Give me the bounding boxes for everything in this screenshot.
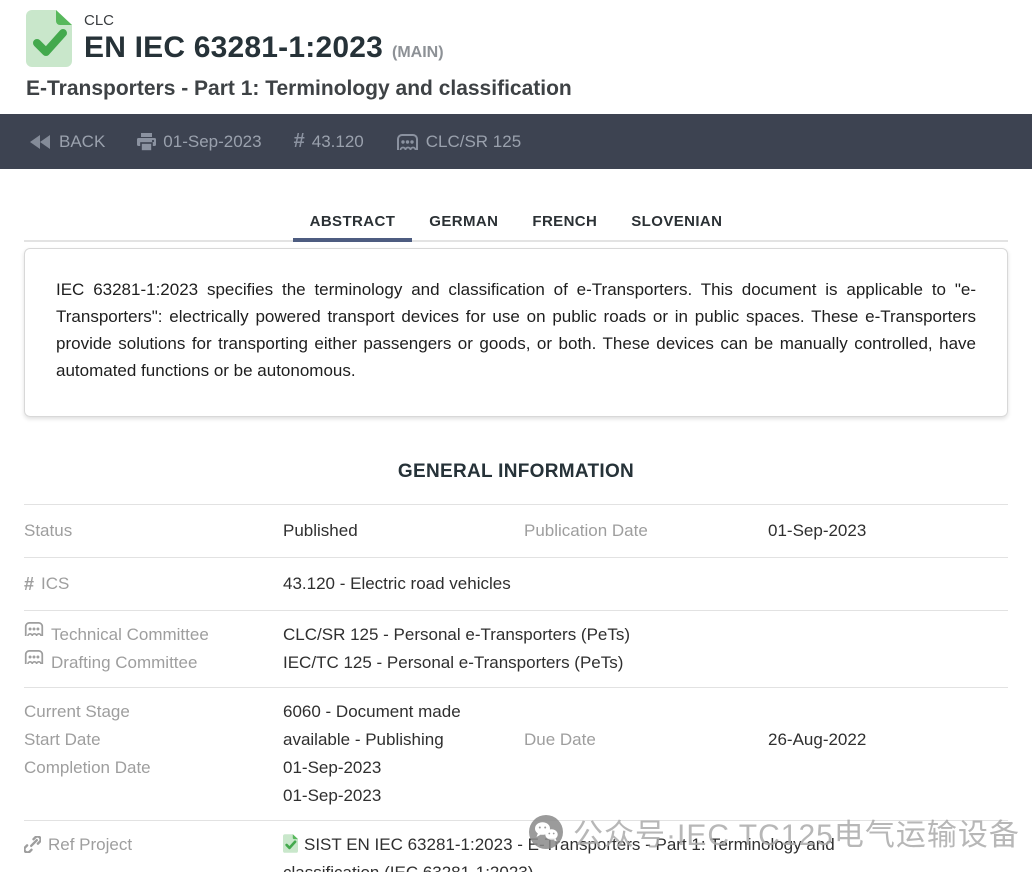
ref-project-label: Ref Project — [24, 831, 283, 872]
completion-date-label: Completion Date — [24, 754, 283, 782]
printer-icon — [137, 133, 156, 151]
committee-code-text: CLC/SR 125 — [426, 132, 521, 152]
publication-date-label: Publication Date — [524, 517, 768, 545]
page-header: CLC EN IEC 63281-1:2023 (MAIN) E-Transpo… — [0, 0, 1032, 102]
back-label: BACK — [59, 132, 105, 152]
groups-icon — [24, 649, 44, 665]
abstract-card: IEC 63281-1:2023 specifies the terminolo… — [24, 248, 1008, 417]
drafting-committee-value: IEC/TC 125 - Personal e-Transporters (Pe… — [283, 649, 1008, 677]
current-stage-value: 6060 - Document made available - Publish… — [283, 698, 524, 754]
due-date-value: 26-Aug-2022 — [768, 698, 1008, 810]
stage-labels: Current Stage Start Date Completion Date — [24, 698, 283, 810]
organization-label: CLC — [84, 12, 444, 30]
tab-french[interactable]: FRENCH — [515, 201, 614, 242]
ref-project-label-text: Ref Project — [48, 831, 132, 859]
document-approved-icon — [283, 834, 298, 853]
header-texts: CLC EN IEC 63281-1:2023 (MAIN) — [84, 10, 444, 65]
groups-icon — [24, 621, 44, 637]
tab-german[interactable]: GERMAN — [412, 201, 515, 242]
rewind-icon — [30, 134, 52, 150]
publication-date-item: 01-Sep-2023 — [137, 132, 261, 152]
tab-abstract[interactable]: ABSTRACT — [293, 201, 413, 242]
start-date-label: Start Date — [24, 726, 283, 754]
abstract-text: IEC 63281-1:2023 specifies the terminolo… — [56, 276, 976, 384]
tab-slovenian[interactable]: SLOVENIAN — [614, 201, 739, 242]
table-row-status: Status Published Publication Date 01-Sep… — [24, 504, 1008, 557]
drafting-committee-label: Drafting Committee — [24, 649, 283, 677]
current-stage-label: Current Stage — [24, 698, 283, 726]
page-title: EN IEC 63281-1:2023 — [84, 31, 383, 65]
back-button[interactable]: BACK — [30, 132, 105, 152]
technical-committee-label-text: Technical Committee — [51, 621, 209, 649]
ics-item: # 43.120 — [294, 130, 364, 153]
technical-committee-value: CLC/SR 125 - Personal e-Transporters (Pe… — [283, 621, 1008, 649]
status-value: Published — [283, 517, 524, 545]
tabs: ABSTRACT GERMAN FRENCH SLOVENIAN — [24, 201, 1008, 240]
header-top-row: CLC EN IEC 63281-1:2023 (MAIN) — [26, 10, 1006, 67]
title-suffix-badge: (MAIN) — [392, 44, 444, 62]
meta-toolbar: BACK 01-Sep-2023 # 43.120 CLC/SR 125 — [0, 114, 1032, 169]
link-icon — [24, 836, 41, 853]
committee-item: CLC/SR 125 — [396, 132, 521, 152]
publication-date-text: 01-Sep-2023 — [163, 132, 261, 152]
ics-label-text: ICS — [41, 570, 69, 598]
title-line: EN IEC 63281-1:2023 (MAIN) — [84, 31, 444, 65]
committee-labels: Technical Committee Drafting Committee — [24, 621, 283, 677]
groups-icon — [396, 133, 419, 151]
completion-date-value: 01-Sep-2023 — [283, 782, 524, 810]
ref-project-link[interactable]: SIST EN IEC 63281-1:2023 - E-Transporter… — [283, 831, 928, 872]
stage-values: 6060 - Document made available - Publish… — [283, 698, 524, 810]
general-information-heading: GENERAL INFORMATION — [0, 461, 1032, 483]
publication-date-value: 01-Sep-2023 — [768, 517, 1008, 545]
drafting-committee-label-text: Drafting Committee — [51, 649, 197, 677]
ics-code-text: 43.120 — [312, 132, 364, 152]
hash-icon: # — [294, 130, 305, 153]
ref-project-value-text: SIST EN IEC 63281-1:2023 - E-Transporter… — [283, 835, 835, 872]
status-label: Status — [24, 517, 283, 545]
table-row-ref-project: Ref Project SIST EN IEC 63281-1:2023 - E… — [24, 820, 1008, 872]
start-date-value: 01-Sep-2023 — [283, 754, 524, 782]
table-row-stage: Current Stage Start Date Completion Date… — [24, 687, 1008, 820]
hash-icon: # — [24, 570, 34, 598]
technical-committee-label: Technical Committee — [24, 621, 283, 649]
document-approved-icon — [26, 10, 72, 67]
ics-label: # ICS — [24, 570, 283, 598]
general-information-table: Status Published Publication Date 01-Sep… — [24, 504, 1008, 872]
committee-values: CLC/SR 125 - Personal e-Transporters (Pe… — [283, 621, 1008, 677]
document-subtitle: E-Transporters - Part 1: Terminology and… — [26, 76, 1006, 102]
tabs-bar: ABSTRACT GERMAN FRENCH SLOVENIAN — [24, 201, 1008, 242]
table-row-committees: Technical Committee Drafting Committee C… — [24, 610, 1008, 687]
ics-value: 43.120 - Electric road vehicles — [283, 570, 1008, 598]
table-row-ics: # ICS 43.120 - Electric road vehicles — [24, 557, 1008, 610]
due-date-label: Due Date — [524, 698, 768, 810]
